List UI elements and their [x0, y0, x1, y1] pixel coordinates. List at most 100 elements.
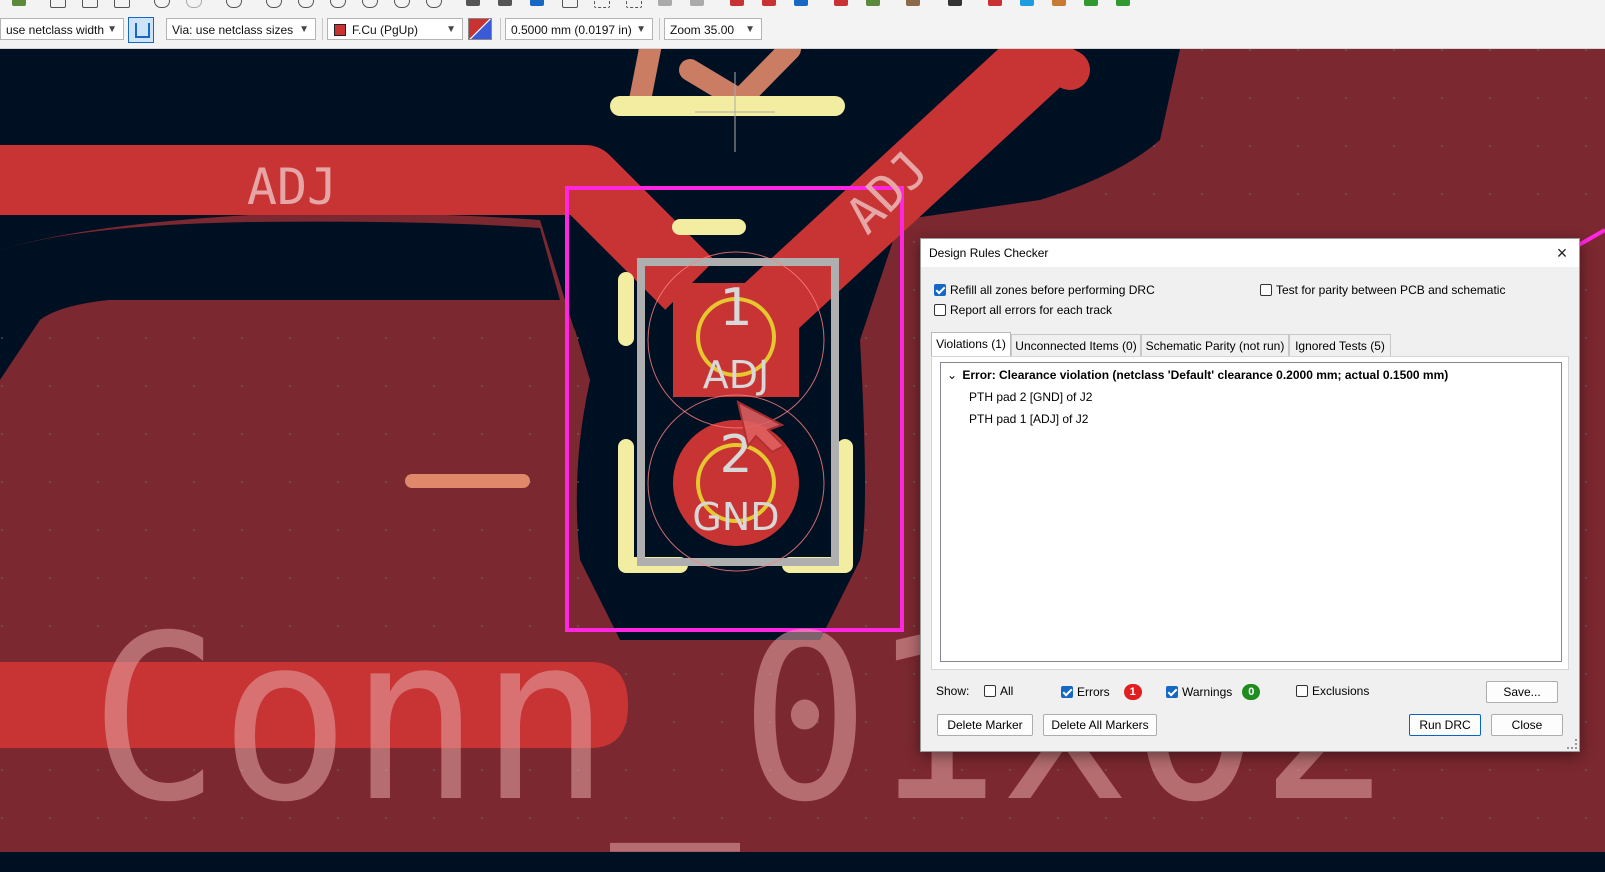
unlock-icon[interactable]	[690, 0, 704, 6]
clearance-bottom-strip	[0, 852, 1605, 872]
drc-dialog: Design Rules Checker × Refill all zones …	[920, 238, 1580, 752]
layer-value: F.Cu (PgUp)	[352, 23, 419, 37]
filter-exclusions-checkbox[interactable]: Exclusions	[1296, 684, 1369, 698]
dialog-titlebar[interactable]: Design Rules Checker ×	[921, 239, 1579, 267]
delete-all-markers-button[interactable]: Delete All Markers	[1043, 714, 1157, 736]
footprint-editor-icon[interactable]	[906, 0, 920, 6]
pcb-icon[interactable]	[12, 0, 26, 6]
pad-1-number: 1	[719, 278, 752, 338]
violation-title: Error: Clearance violation (netclass 'De…	[962, 368, 1449, 382]
zoom-out-icon[interactable]	[330, 0, 346, 8]
checkbox-checked-icon	[1061, 686, 1073, 698]
filter-all-checkbox[interactable]: All	[984, 684, 1013, 698]
layer-select[interactable]: F.Cu (PgUp) ▼	[327, 18, 463, 40]
report-all-errors-label: Report all errors for each track	[950, 303, 1113, 317]
track-adj-top-right	[1010, 49, 1090, 90]
plugin-3-icon[interactable]	[1052, 0, 1066, 6]
tab-ignored-label: Ignored Tests (5)	[1295, 339, 1385, 353]
violation-item[interactable]: PTH pad 1 [ADJ] of J2	[969, 412, 1088, 426]
plugin-4-icon[interactable]	[1084, 0, 1098, 6]
tab-schematic-parity[interactable]: Schematic Parity (not run)	[1141, 334, 1289, 356]
violation-item-label: PTH pad 2 [GND] of J2	[969, 390, 1093, 404]
tab-violations[interactable]: Violations (1)	[931, 332, 1011, 356]
rotate-cw-icon[interactable]	[498, 0, 512, 6]
close-button[interactable]: Close	[1491, 714, 1563, 736]
filter-errors-label: Errors	[1077, 685, 1110, 699]
filter-warnings-label: Warnings	[1182, 685, 1233, 699]
scripting-icon[interactable]	[834, 0, 848, 6]
violation-item[interactable]: PTH pad 2 [GND] of J2	[969, 390, 1092, 404]
layer-pair-icon[interactable]	[468, 18, 492, 40]
mirror-icon[interactable]	[562, 0, 578, 8]
footprint-icon[interactable]	[50, 0, 66, 8]
ungroup-icon[interactable]	[626, 0, 642, 8]
checkbox-unchecked-icon	[1260, 284, 1272, 296]
rotate-ccw-icon[interactable]	[466, 0, 480, 6]
report-all-errors-checkbox[interactable]: Report all errors for each track	[934, 303, 1112, 317]
plugin-1-icon[interactable]	[988, 0, 1002, 6]
track-width-select[interactable]: use netclass width ▼	[0, 18, 124, 40]
plugin-2-icon[interactable]	[1020, 0, 1034, 6]
checkbox-checked-icon	[934, 284, 946, 296]
refill-zones-checkbox[interactable]: Refill all zones before performing DRC	[934, 283, 1155, 297]
add-footprint-icon[interactable]	[82, 0, 98, 8]
search-icon[interactable]	[226, 0, 242, 8]
close-icon[interactable]: ×	[1551, 242, 1573, 264]
options-toolbar: use netclass width ▼ Via: use netclass s…	[0, 12, 1605, 49]
track-label-adj: ADJ	[247, 158, 337, 216]
checkbox-checked-icon	[1166, 686, 1178, 698]
grid-value: 0.5000 mm (0.0197 in)	[511, 23, 632, 37]
lock-icon[interactable]	[658, 0, 672, 6]
toolbar-separator	[322, 18, 323, 40]
tab-unconnected-label: Unconnected Items (0)	[1015, 339, 1137, 353]
flip-icon[interactable]	[530, 0, 544, 6]
zoom-objects-icon[interactable]	[394, 0, 410, 8]
violations-panel: ⌄ Error: Clearance violation (netclass '…	[931, 356, 1569, 670]
filter-exclusions-label: Exclusions	[1312, 684, 1370, 698]
redo-icon[interactable]	[186, 0, 202, 8]
save-button[interactable]: Save...	[1486, 681, 1558, 703]
zoom-selection-icon[interactable]	[426, 0, 442, 8]
zoom-fit-icon[interactable]	[362, 0, 378, 8]
auto-track-width-glyph	[135, 23, 150, 38]
checkbox-unchecked-icon	[1296, 685, 1308, 697]
filter-warnings-checkbox[interactable]: Warnings 0	[1166, 684, 1261, 700]
layer-color-swatch	[334, 24, 346, 36]
chevron-down-icon[interactable]: ⌄	[947, 368, 959, 382]
chevron-down-icon: ▼	[745, 24, 755, 35]
via-size-select[interactable]: Via: use netclass sizes ▼	[166, 18, 316, 40]
warnings-count-badge: 0	[1242, 684, 1261, 700]
zoom-select[interactable]: Zoom 35.00 ▼	[664, 18, 762, 40]
test-parity-checkbox[interactable]: Test for parity between PCB and schemati…	[1260, 283, 1505, 297]
zoom-redraw-icon[interactable]	[266, 0, 282, 8]
filter-all-label: All	[1000, 684, 1014, 698]
zoom-in-icon[interactable]	[298, 0, 314, 8]
checkbox-unchecked-icon	[934, 304, 946, 316]
netlist-icon[interactable]	[730, 0, 744, 6]
tab-unconnected-items[interactable]: Unconnected Items (0)	[1011, 334, 1141, 356]
tab-ignored-tests[interactable]: Ignored Tests (5)	[1289, 334, 1391, 356]
undo-icon[interactable]	[154, 0, 170, 8]
update-icon[interactable]	[114, 0, 130, 8]
show-label: Show:	[936, 684, 970, 698]
violation-row[interactable]: ⌄ Error: Clearance violation (netclass '…	[947, 368, 1448, 382]
filter-errors-checkbox[interactable]: Errors 1	[1061, 684, 1142, 700]
violation-item-label: PTH pad 1 [ADJ] of J2	[969, 412, 1089, 426]
layer-icon[interactable]	[794, 0, 808, 6]
plugin-5-icon[interactable]	[1116, 0, 1130, 6]
drc-icon[interactable]	[866, 0, 880, 6]
delete-marker-button[interactable]: Delete Marker	[937, 714, 1033, 736]
board-setup-icon[interactable]	[762, 0, 776, 6]
terminal-icon[interactable]	[948, 0, 962, 6]
grid-select[interactable]: 0.5000 mm (0.0197 in) ▼	[505, 18, 653, 40]
auto-track-width-icon[interactable]	[128, 17, 154, 43]
tab-parity-label: Schematic Parity (not run)	[1145, 339, 1285, 353]
zoom-value: Zoom 35.00	[670, 23, 735, 37]
violations-tree[interactable]: ⌄ Error: Clearance violation (netclass '…	[940, 362, 1562, 662]
resize-grip-icon[interactable]	[1567, 739, 1577, 749]
track-width-value: use netclass width	[6, 23, 105, 37]
run-drc-button[interactable]: Run DRC	[1409, 714, 1481, 736]
toolbar-separator	[500, 18, 501, 40]
group-icon[interactable]	[594, 0, 610, 8]
tab-violations-label: Violations (1)	[936, 337, 1006, 351]
